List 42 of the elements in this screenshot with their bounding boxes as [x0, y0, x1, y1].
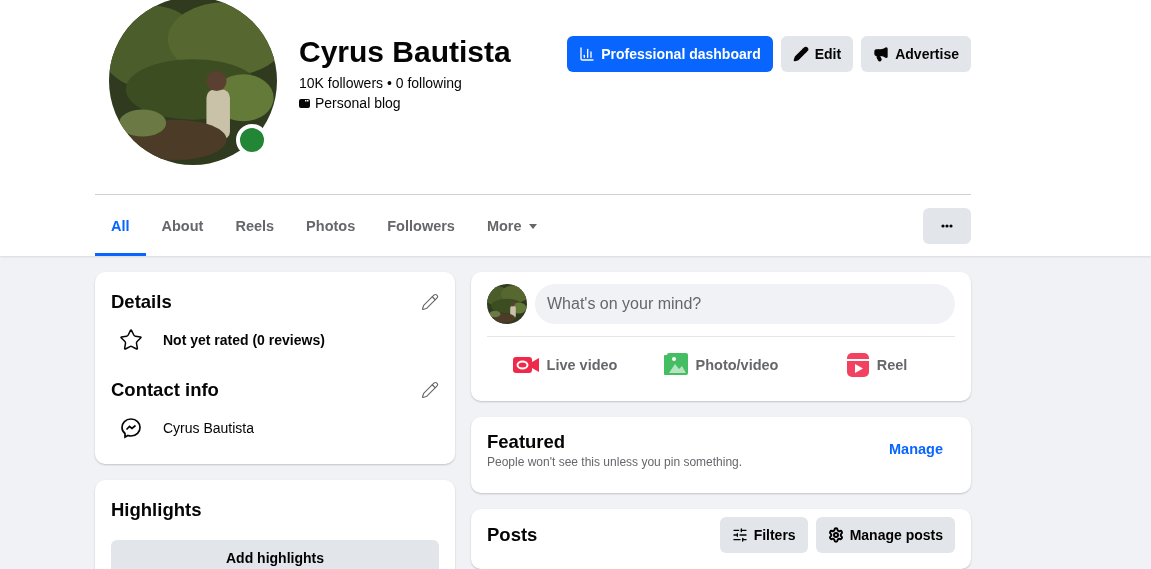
messenger-icon	[119, 416, 143, 440]
composer-action[interactable]: Reel	[799, 345, 955, 385]
video-camera-icon	[512, 355, 539, 375]
follower-stats: 10K followers • 0 following	[299, 75, 463, 91]
pencil-icon[interactable]	[421, 381, 439, 399]
rating-text: Not yet rated (0 reviews)	[163, 332, 325, 348]
pencil-icon[interactable]	[421, 293, 439, 311]
add-highlights-button[interactable]: Add highlights	[111, 540, 439, 569]
ellipsis-icon	[941, 223, 953, 228]
filters-button[interactable]: Filters	[719, 517, 808, 553]
settings-icon	[827, 527, 844, 543]
profile-tab[interactable]: Photos	[290, 195, 372, 256]
megaphone-icon	[873, 46, 890, 62]
section-title: Contact info	[111, 378, 219, 402]
reel-icon	[846, 353, 869, 377]
edit-button[interactable]: Edit	[780, 36, 854, 72]
star-icon	[119, 328, 143, 352]
profile-tab[interactable]: About	[145, 195, 220, 256]
sliders-icon	[731, 527, 748, 543]
section-title: Posts	[487, 523, 538, 547]
manage-posts-button[interactable]: Manage posts	[815, 517, 955, 553]
profile-tab[interactable]: Followers	[371, 195, 471, 256]
featured-subtitle: People won't see this unless you pin something.	[487, 455, 743, 469]
profile-tab[interactable]: Reels	[219, 195, 291, 256]
chart-icon	[579, 46, 596, 62]
section-title: Details	[111, 290, 172, 314]
advertise-button[interactable]: Advertise	[861, 36, 971, 72]
composer-action[interactable]: Photo/video	[643, 345, 799, 385]
section-title: Highlights	[111, 498, 203, 522]
section-title: Featured	[487, 430, 567, 454]
photo-icon	[663, 353, 688, 377]
composer-action[interactable]: Live video	[487, 345, 643, 385]
manage-link[interactable]: Manage	[889, 441, 943, 457]
category-icon	[299, 98, 310, 108]
profile-tab[interactable]: All	[95, 195, 146, 256]
messenger-name: Cyrus Bautista	[163, 420, 255, 436]
category-label: Personal blog	[315, 95, 401, 111]
pencil-icon	[792, 46, 809, 62]
profile-tab[interactable]: More	[470, 195, 554, 256]
dashboard-button[interactable]: Professional dashboard	[567, 36, 773, 72]
profile-name: Cyrus Bautista	[299, 34, 512, 70]
post-input-field[interactable]: What's on your mind?	[535, 284, 955, 324]
